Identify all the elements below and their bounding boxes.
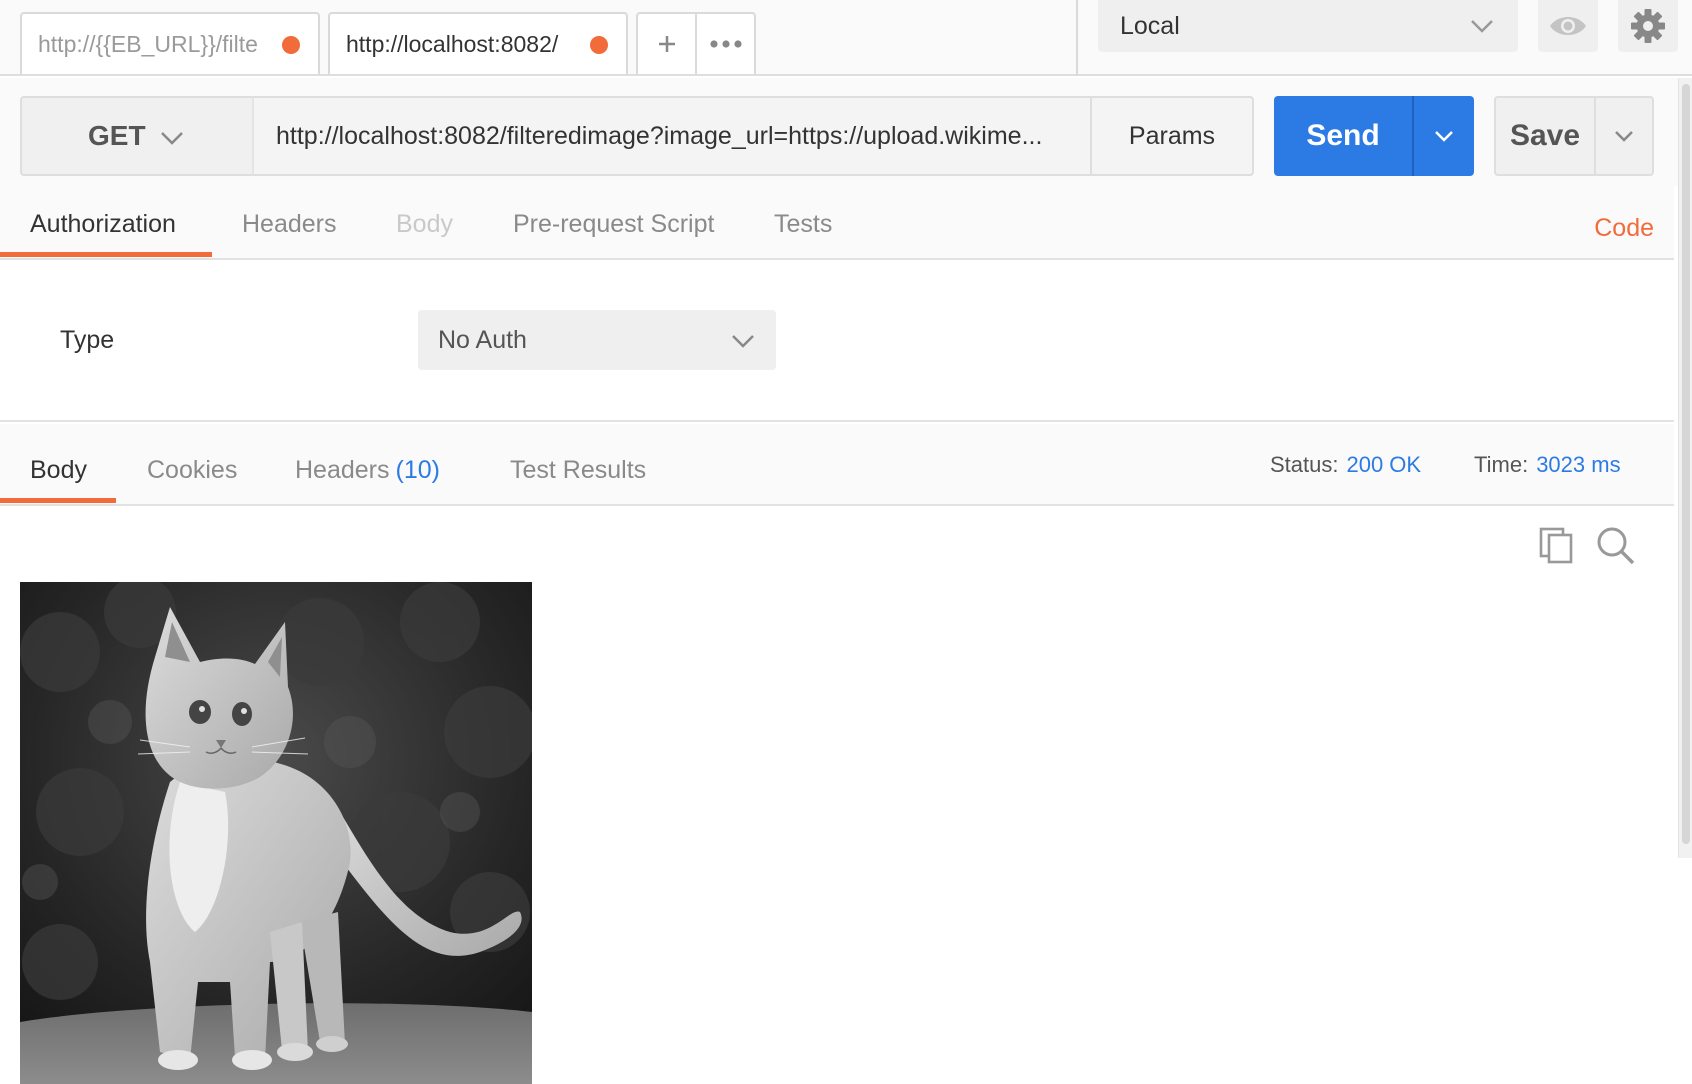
send-options-button[interactable] <box>1412 96 1474 176</box>
gear-icon <box>1631 9 1665 43</box>
environment-value: Local <box>1120 11 1180 40</box>
request-line: GET http://localhost:8082/filteredimage?… <box>0 78 1692 186</box>
status-meta: Status: 200 OK <box>1270 452 1421 478</box>
active-tab-indicator <box>0 498 116 503</box>
authorization-panel: Type No Auth <box>0 262 1674 422</box>
vertical-scrollbar[interactable] <box>1678 78 1692 858</box>
tab-headers[interactable]: Headers <box>242 210 337 239</box>
cat-photo <box>20 582 532 1084</box>
tab-pre-request-script[interactable]: Pre-request Script <box>513 210 714 239</box>
request-tabs: Authorization Headers Body Pre-request S… <box>0 186 1674 260</box>
tab-bar: http://{{EB_URL}}/filte http://localhost… <box>0 0 1692 76</box>
chevron-down-icon <box>1435 131 1453 142</box>
response-tabs: Body Cookies Headers (10) Test Results St… <box>0 424 1674 506</box>
settings-button[interactable] <box>1618 0 1678 52</box>
request-tab-1[interactable]: http://{{EB_URL}}/filte <box>20 12 320 74</box>
auth-type-value: No Auth <box>438 325 527 354</box>
chevron-down-icon <box>732 335 754 348</box>
tab-response-body[interactable]: Body <box>30 456 87 485</box>
eye-icon <box>1550 17 1586 35</box>
tab-response-headers[interactable]: Headers (10) <box>295 456 440 485</box>
save-button-group: Save <box>1494 96 1654 176</box>
method-select[interactable]: GET <box>20 96 254 176</box>
search-icon[interactable] <box>1596 526 1636 566</box>
status-value[interactable]: 200 OK <box>1346 452 1421 477</box>
chevron-down-icon <box>1615 131 1633 142</box>
tab-label: Headers <box>295 456 390 484</box>
request-tab-label: http://{{EB_URL}}/filte <box>38 30 258 57</box>
save-button[interactable]: Save <box>1496 98 1594 174</box>
params-button[interactable]: Params <box>1090 96 1254 176</box>
code-link[interactable]: Code <box>1594 214 1654 243</box>
active-tab-indicator <box>0 252 212 257</box>
tab-actions <box>636 12 756 74</box>
url-value: http://localhost:8082/filteredimage?imag… <box>276 121 1043 150</box>
tab-tests[interactable]: Tests <box>774 210 832 239</box>
new-tab-button[interactable] <box>638 14 695 74</box>
headers-count: (10) <box>395 456 440 484</box>
response-body <box>0 508 1674 1084</box>
more-tabs-button[interactable] <box>695 14 754 74</box>
tab-cookies[interactable]: Cookies <box>147 456 237 485</box>
send-button-group: Send <box>1274 96 1474 176</box>
unsaved-dot-icon <box>590 36 608 54</box>
auth-type-select[interactable]: No Auth <box>418 310 776 370</box>
save-options-button[interactable] <box>1594 98 1652 174</box>
tab-test-results[interactable]: Test Results <box>510 456 646 485</box>
request-tab-label: http://localhost:8082/ <box>346 30 559 57</box>
environment-quick-look-button[interactable] <box>1538 0 1598 52</box>
scrollbar-thumb[interactable] <box>1682 84 1690 844</box>
tab-body[interactable]: Body <box>396 210 453 239</box>
response-image <box>20 582 532 1084</box>
chevron-down-icon <box>161 132 183 145</box>
time-value[interactable]: 3023 ms <box>1536 452 1620 477</box>
time-label: Time: <box>1474 452 1529 477</box>
method-value: GET <box>88 120 146 151</box>
copy-icon[interactable] <box>1538 526 1576 564</box>
tab-authorization[interactable]: Authorization <box>30 210 176 239</box>
plus-icon <box>658 36 675 52</box>
params-label: Params <box>1128 121 1216 150</box>
time-meta: Time: 3023 ms <box>1474 452 1621 478</box>
status-label: Status: <box>1270 452 1339 477</box>
more-dots-icon <box>709 40 742 48</box>
chevron-down-icon <box>1471 20 1493 33</box>
unsaved-dot-icon <box>282 36 300 54</box>
environment-select[interactable]: Local <box>1098 0 1518 52</box>
send-button[interactable]: Send <box>1274 96 1412 176</box>
url-input[interactable]: http://localhost:8082/filteredimage?imag… <box>252 96 1092 176</box>
auth-type-label: Type <box>60 326 115 354</box>
divider <box>1076 0 1078 76</box>
request-tab-2[interactable]: http://localhost:8082/ <box>328 12 628 74</box>
